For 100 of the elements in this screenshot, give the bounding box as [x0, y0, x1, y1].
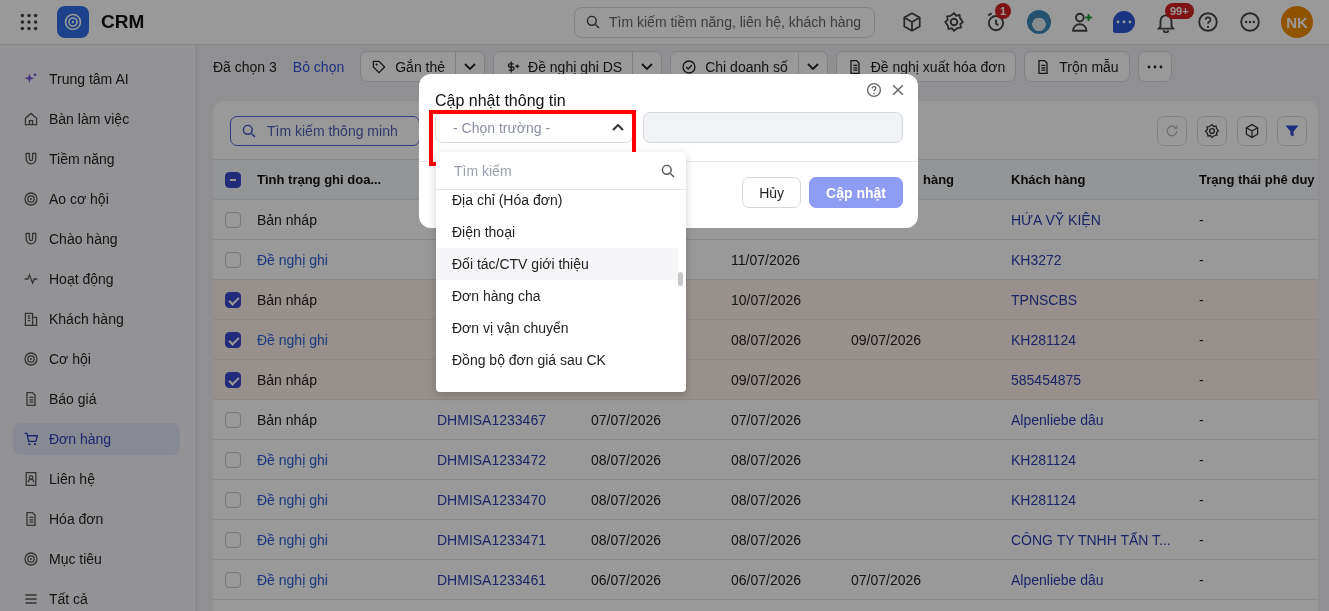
scrollbar-thumb[interactable] [678, 272, 683, 286]
sidebar-item[interactable]: Tất cả [13, 583, 180, 611]
home-icon [23, 111, 39, 127]
table-cell: - [1199, 211, 1204, 228]
sidebar-item[interactable]: Mục tiêu [13, 543, 180, 575]
table-cell: 06/07/2026 [591, 571, 662, 588]
magnet-icon [23, 151, 39, 167]
sidebar-item[interactable]: Báo giá [13, 383, 180, 415]
sidebar-item[interactable]: Hóa đơn [13, 503, 180, 535]
order-code-link[interactable]: DHMISA1233470 [437, 491, 546, 508]
table-cell: 09/07/2026 [851, 331, 922, 348]
sidebar-item[interactable]: Ao cơ hội [13, 183, 180, 215]
status-link[interactable]: Đề nghị ghi [257, 531, 328, 548]
dropdown-option[interactable]: Đơn hàng cha [436, 280, 678, 312]
sidebar-item[interactable]: Hoạt động [13, 263, 180, 295]
order-code-link[interactable]: DHMISA1233471 [437, 531, 546, 548]
target-icon [23, 351, 39, 367]
column-header: hàng [923, 172, 955, 187]
customer-link[interactable]: Alpenliebe dâu [1011, 571, 1104, 588]
table-cell: 08/07/2026 [731, 331, 802, 348]
status-link[interactable]: Đề nghị ghi [257, 331, 328, 348]
selection-count: Đã chọn 3 [213, 58, 277, 75]
dialog-title: Cập nhật thông tin [435, 92, 566, 110]
more-icon[interactable] [1239, 11, 1261, 33]
status-link[interactable]: Đề nghị ghi [257, 451, 328, 468]
select-all-checkbox[interactable] [225, 171, 241, 188]
notification-badge: 1 [995, 3, 1012, 19]
table-cell: - [1199, 411, 1204, 428]
customer-link[interactable]: KH281124 [1011, 331, 1077, 348]
table-cell: - [1199, 371, 1204, 388]
search-field[interactable]: Tìm kiếm [452, 161, 660, 180]
filter-icon [1284, 123, 1300, 139]
sidebar-item[interactable]: Khách hàng [13, 303, 180, 335]
settings-icon[interactable] [943, 11, 965, 33]
status-link[interactable]: Đề nghị ghi [257, 251, 328, 268]
column-header: Trạng thái phê duy [1199, 172, 1315, 187]
settings-icon [1204, 123, 1220, 139]
customer-link[interactable]: KH3272 [1011, 251, 1062, 268]
table-cell: 08/07/2026 [731, 491, 802, 508]
status-link[interactable]: Đề nghị ghi [257, 571, 328, 588]
search-icon [585, 14, 601, 30]
status-text: Bản nháp [257, 211, 317, 228]
action-button[interactable]: Trộn mẫu [1024, 51, 1130, 82]
dropdown-option[interactable]: Đồng bộ đơn giá sau CK [436, 344, 678, 376]
status-text: Bản nháp [257, 291, 317, 308]
sidebar-item[interactable]: Đơn hàng [13, 423, 180, 455]
sidebar-item[interactable]: Liên hệ [13, 463, 180, 495]
row-checkbox[interactable] [225, 371, 241, 388]
sidebar-item[interactable]: Cơ hội [13, 343, 180, 375]
toolbar-button[interactable] [1197, 116, 1227, 146]
clear-selection-link[interactable]: Bỏ chọn [292, 58, 345, 75]
dropdown-option[interactable]: Đơn vị vận chuyển [436, 312, 678, 344]
row-checkbox[interactable] [225, 291, 241, 308]
table-cell: - [1199, 531, 1204, 548]
status-link[interactable]: Đề nghị ghi [257, 491, 328, 508]
sidebar-item[interactable]: Tiềm năng [13, 143, 180, 175]
menu-icon [23, 591, 39, 607]
avatar-icon[interactable] [1027, 10, 1051, 34]
customer-link[interactable]: KH281124 [1011, 491, 1077, 508]
close-icon[interactable] [890, 82, 906, 98]
sidebar-item[interactable]: Trung tâm AI [13, 63, 180, 95]
sidebar-item[interactable]: Bàn làm việc [13, 103, 180, 135]
table-cell: 08/07/2026 [731, 451, 802, 468]
action-button[interactable]: Gắn thẻ [360, 51, 457, 82]
table-cell: 08/07/2026 [591, 531, 662, 548]
caret-icon [806, 63, 819, 70]
order-code-link[interactable]: DHMISA1233472 [437, 451, 546, 468]
status-text: Bản nháp [257, 411, 317, 428]
app-grid-icon[interactable] [18, 11, 40, 33]
row-checkbox[interactable] [225, 331, 241, 348]
cancel-button[interactable]: Hủy [742, 177, 802, 208]
notification-badge: 99+ [1165, 3, 1194, 19]
table-cell: 07/07/2026 [731, 411, 802, 428]
customer-link[interactable]: Alpenliebe dâu [1011, 411, 1104, 428]
cube-search-icon[interactable] [901, 11, 923, 33]
customer-link[interactable]: TPNSCBS [1011, 291, 1078, 308]
dropdown-option[interactable]: Đối tác/CTV giới thiệu [436, 248, 678, 280]
add-user-icon[interactable] [1071, 11, 1093, 33]
refresh-icon [1164, 123, 1180, 139]
dropdown-option[interactable]: Điện thoại [436, 216, 678, 248]
target-icon [23, 551, 39, 567]
customer-link[interactable]: HỨA VỸ KIỆN [1011, 211, 1101, 228]
tag-icon [371, 58, 388, 75]
customer-link[interactable]: CÔNG TY TNHH TẤN T... [1011, 531, 1171, 548]
table-cell: - [1199, 451, 1204, 468]
search-field[interactable]: Tìm kiếm tiềm năng, liên hệ, khách hàng [574, 6, 875, 38]
caret-icon [641, 63, 654, 70]
toolbar-button[interactable] [1237, 116, 1267, 146]
sidebar-item[interactable]: Chào hàng [13, 223, 180, 255]
help-icon[interactable] [1197, 11, 1219, 33]
order-code-link[interactable]: DHMISA1233461 [437, 571, 546, 588]
chat-icon[interactable] [1113, 11, 1135, 33]
order-code-link[interactable]: DHMISA1233467 [437, 411, 546, 428]
help-icon[interactable] [866, 82, 882, 98]
toolbar-button[interactable] [1277, 116, 1307, 146]
customer-link[interactable]: KH281124 [1011, 451, 1077, 468]
search-icon [660, 162, 676, 179]
customer-link[interactable]: 585454875 [1011, 371, 1082, 388]
magnet-icon [23, 231, 39, 247]
dropdown-option[interactable]: Địa chỉ (Hóa đơn) [436, 184, 678, 216]
